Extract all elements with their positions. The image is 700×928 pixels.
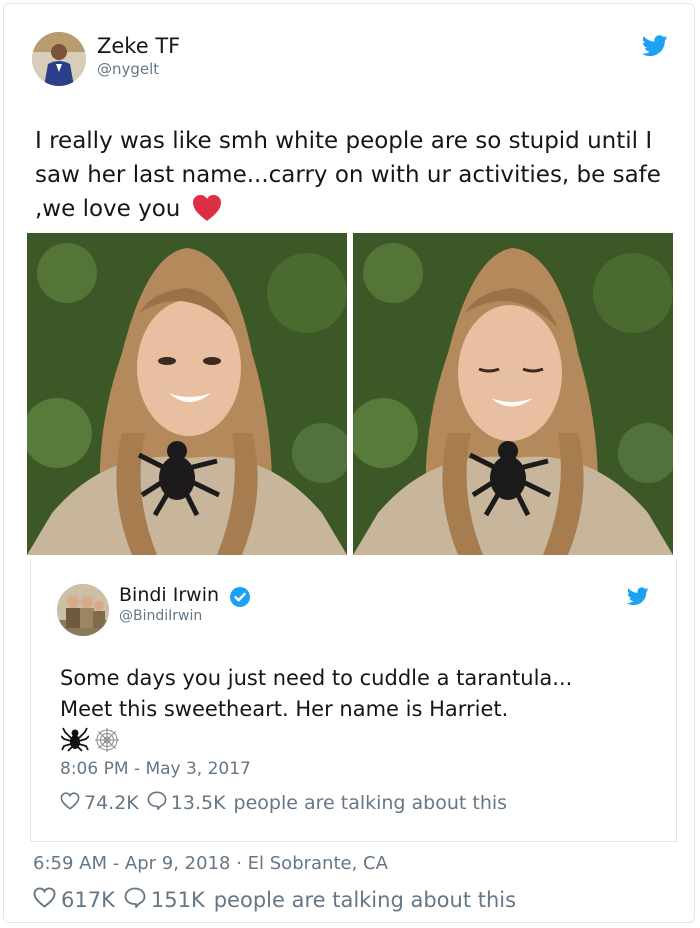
replies-count[interactable]: 151K [151,888,205,912]
twitter-bird-icon[interactable] [626,587,649,610]
verified-badge-icon [230,587,250,611]
quoted-stats: 74.2K 13.5K people are talking about thi… [60,791,507,815]
tweet-timestamp[interactable]: 6:59 AM - Apr 9, 2018 · El Sobrante, CA [33,853,388,874]
tweet-text: I really was like smh white people are s… [35,124,675,227]
quoted-author-name[interactable]: Bindi Irwin [119,584,219,606]
reply-bubble-icon[interactable] [124,887,146,913]
spider-web-icon [94,727,120,757]
tweet-photo-1[interactable] [27,233,347,555]
likes-count[interactable]: 617K [61,888,115,912]
talking-label[interactable]: people are talking about this [214,888,516,912]
tweet-card: Zeke TF @nygelt I really was like smh wh… [3,3,695,923]
tweet-photo-2[interactable] [353,233,673,555]
author-handle[interactable]: @nygelt [97,60,159,78]
author-name[interactable]: Zeke TF [97,34,180,58]
red-heart-icon [192,193,222,227]
tweet-stats: 617K 151K people are talking about this [33,887,516,913]
tweet-text-body: I really was like smh white people are s… [35,128,661,222]
quoted-talking-label[interactable]: people are talking about this [234,792,508,814]
heart-outline-icon[interactable] [33,887,56,913]
quoted-author-handle[interactable]: @BindiIrwin [119,608,202,624]
heart-outline-icon[interactable] [60,791,80,815]
quoted-timestamp[interactable]: 8:06 PM - May 3, 2017 [60,759,251,779]
author-avatar[interactable] [32,32,86,86]
reply-bubble-icon[interactable] [147,791,167,815]
spider-icon [60,726,90,756]
quoted-likes-count[interactable]: 74.2K [84,792,139,814]
quoted-tweet-text: Some days you just need to cuddle a tara… [60,663,660,725]
quoted-replies-count[interactable]: 13.5K [171,792,226,814]
quoted-text-line-2: Meet this sweetheart. Her name is Harrie… [60,697,509,721]
quoted-tweet[interactable]: Bindi Irwin @BindiIrwin Some days you ju… [30,559,677,842]
quoted-author-avatar[interactable] [57,584,109,636]
twitter-bird-icon[interactable] [641,35,668,61]
quoted-text-line-1: Some days you just need to cuddle a tara… [60,666,573,690]
